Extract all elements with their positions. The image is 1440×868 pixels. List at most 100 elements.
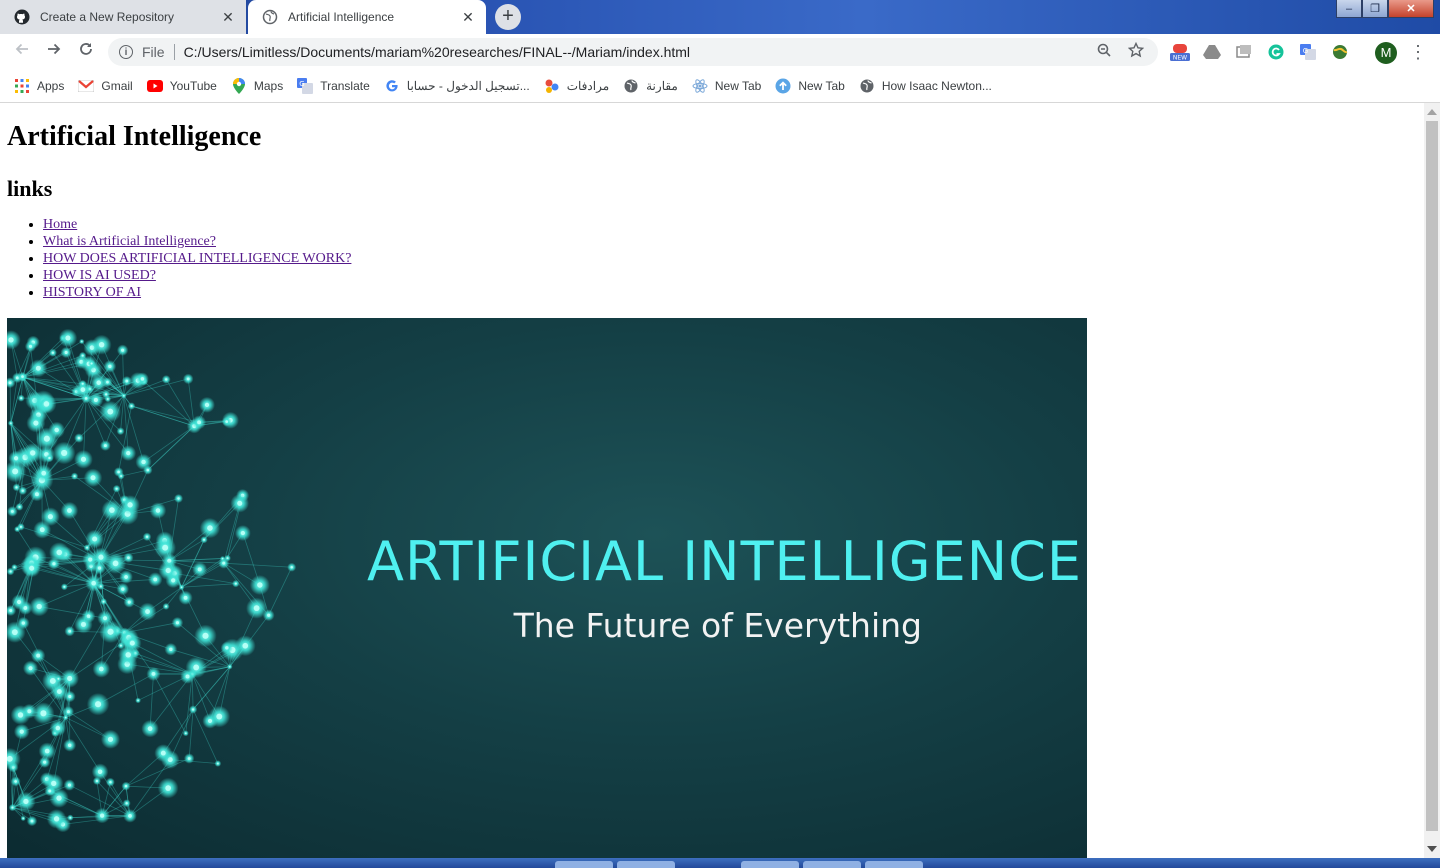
link-history-of-ai[interactable]: HISTORY OF AI: [43, 285, 141, 300]
network-node: [30, 819, 34, 823]
network-node: [27, 709, 32, 714]
address-bar[interactable]: i File C:/Users/Limitless/Documents/mari…: [108, 38, 1158, 66]
network-node: [28, 344, 33, 348]
list-item: HOW DOES ARTIFICIAL INTELLIGENCE WORK?: [43, 250, 351, 267]
network-node: [63, 585, 66, 588]
network-node: [96, 380, 101, 385]
scrollbar-thumb[interactable]: [1426, 121, 1438, 831]
bubbles-icon: [544, 78, 560, 94]
grammarly-icon[interactable]: [1264, 40, 1288, 64]
bookmark-translate[interactable]: G Translate: [297, 78, 370, 94]
network-node: [207, 718, 213, 723]
link-how-ai-used[interactable]: HOW IS AI USED?: [43, 268, 156, 283]
back-arrow-icon[interactable]: [10, 40, 34, 64]
tab-create-repository[interactable]: Create a New Repository ✕: [0, 0, 246, 34]
minimize-button[interactable]: –: [1336, 0, 1362, 18]
network-node: [81, 354, 84, 357]
bookmark-new-tab-1[interactable]: New Tab: [692, 78, 761, 94]
network-node: [107, 408, 114, 415]
menu-kebab-icon[interactable]: ⋮: [1408, 40, 1428, 64]
bookmark-maps[interactable]: Maps: [231, 78, 283, 94]
bookmark-comparison[interactable]: مقارنة: [623, 78, 678, 94]
bookmark-gmail[interactable]: Gmail: [78, 78, 133, 94]
scroll-down-arrow-icon[interactable]: [1427, 846, 1437, 852]
link-what-is-ai[interactable]: What is Artificial Intelligence?: [43, 234, 216, 249]
network-node: [36, 653, 41, 658]
bookmark-label: Apps: [37, 79, 65, 93]
bookmark-label: YouTube: [169, 79, 217, 93]
network-node: [108, 364, 112, 369]
network-node: [125, 802, 128, 805]
slides-icon[interactable]: [1232, 40, 1256, 64]
google-translate-icon[interactable]: G: [1296, 40, 1320, 64]
network-node: [184, 732, 187, 735]
close-tab-icon[interactable]: ✕: [460, 9, 476, 26]
bookmark-new-tab-2[interactable]: New Tab: [775, 78, 845, 94]
maximize-button[interactable]: ❐: [1362, 0, 1388, 18]
site-info-icon[interactable]: i: [119, 45, 133, 59]
network-node: [68, 694, 72, 699]
list-item: HOW IS AI USED?: [43, 267, 351, 284]
network-node: [234, 582, 237, 585]
network-node: [13, 566, 16, 569]
forward-arrow-icon[interactable]: [42, 40, 66, 64]
new-tab-button[interactable]: +: [495, 4, 521, 30]
network-node: [10, 422, 12, 424]
scroll-up-arrow-icon[interactable]: [1427, 109, 1437, 115]
browser-toolbar: i File C:/Users/Limitless/Documents/mari…: [0, 34, 1440, 70]
bookmark-google-signin[interactable]: تسجيل الدخول - حسابا...: [384, 78, 530, 94]
link-how-ai-works[interactable]: HOW DOES ARTIFICIAL INTELLIGENCE WORK?: [43, 251, 351, 266]
network-node: [127, 600, 131, 604]
network-node: [137, 699, 139, 702]
bookmark-label: How Isaac Newton...: [881, 79, 992, 93]
taskbar-item[interactable]: [617, 861, 675, 868]
close-tab-icon[interactable]: ✕: [220, 9, 236, 26]
svg-text:NEW: NEW: [1173, 55, 1187, 62]
taskbar-item[interactable]: [865, 861, 923, 868]
bookmark-synonyms[interactable]: مرادفات: [544, 78, 609, 94]
network-node: [48, 789, 52, 793]
network-node: [43, 760, 47, 764]
profile-avatar[interactable]: M: [1375, 42, 1397, 64]
google-icon: [384, 78, 400, 94]
url-text[interactable]: C:/Users/Limitless/Documents/mariam%20re…: [184, 44, 1094, 60]
network-node: [102, 600, 105, 603]
network-node: [117, 470, 120, 474]
reload-icon[interactable]: [74, 40, 98, 64]
network-node: [175, 621, 180, 625]
zoom-icon[interactable]: [1094, 43, 1114, 61]
taskbar-item[interactable]: [555, 861, 613, 868]
bookmark-label: New Tab: [798, 79, 845, 93]
globe-extension-icon[interactable]: [1328, 40, 1352, 64]
extensions-area: NEW G: [1168, 40, 1360, 64]
new-badge-extension-icon[interactable]: NEW: [1168, 40, 1192, 64]
network-node: [19, 525, 22, 528]
network-node: [160, 750, 166, 756]
tab-artificial-intelligence[interactable]: Artificial Intelligence ✕: [248, 0, 486, 34]
drive-icon[interactable]: [1200, 40, 1224, 64]
taskbar-item[interactable]: [741, 861, 799, 868]
url-scheme: File: [142, 44, 165, 60]
network-node: [183, 595, 188, 600]
network-node: [67, 675, 73, 682]
network-node: [237, 500, 243, 506]
network-link: [31, 567, 94, 584]
vertical-scrollbar[interactable]: [1424, 103, 1440, 858]
network-node: [165, 785, 171, 791]
bookmark-isaac-newton[interactable]: How Isaac Newton...: [859, 78, 992, 94]
bookmark-youtube[interactable]: YouTube: [146, 78, 217, 94]
network-node: [81, 340, 83, 343]
link-home[interactable]: Home: [43, 217, 77, 232]
network-node: [162, 544, 169, 551]
bookmark-apps[interactable]: Apps: [14, 78, 64, 94]
taskbar-item[interactable]: [803, 861, 861, 868]
network-link: [122, 350, 125, 396]
network-node: [23, 798, 29, 805]
bookmark-star-icon[interactable]: [1126, 41, 1146, 62]
network-node: [129, 640, 135, 646]
close-window-button[interactable]: ✕: [1388, 0, 1434, 18]
network-node: [130, 404, 133, 408]
network-node: [9, 609, 13, 613]
network-node: [21, 375, 24, 378]
network-node: [112, 560, 119, 567]
